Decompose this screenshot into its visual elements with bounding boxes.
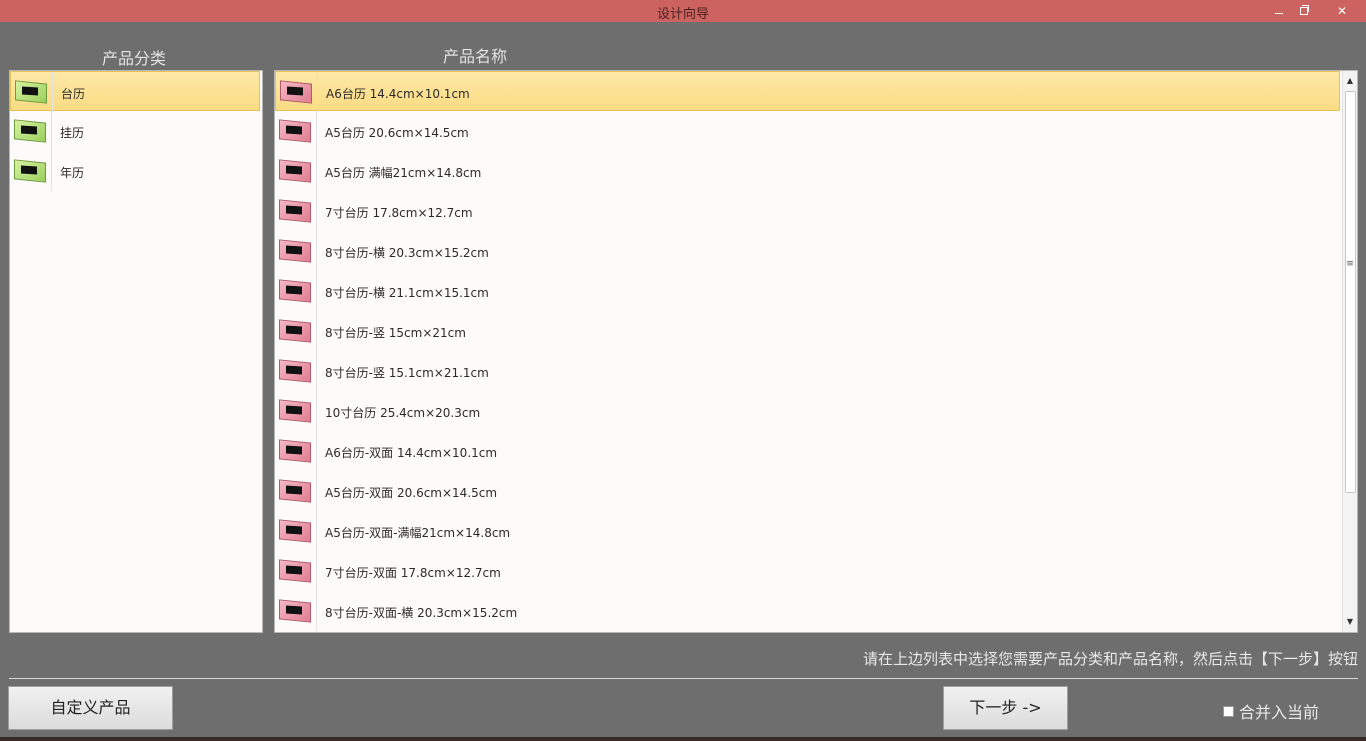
product-label: 7寸台历 17.8cm×12.7cm <box>325 206 473 220</box>
product-item[interactable]: 8寸台历-双面-横 20.3cm×15.2cm <box>275 591 1340 631</box>
product-item[interactable]: A6台历 14.4cm×10.1cm <box>275 71 1340 112</box>
calendar-frame-icon <box>14 119 46 143</box>
product-label: 10寸台历 25.4cm×20.3cm <box>325 406 481 420</box>
window-title: 设计向导 <box>656 7 709 22</box>
product-item[interactable]: A6台历-双面 14.4cm×10.1cm <box>275 431 1340 471</box>
taskbar-strip <box>0 737 1366 741</box>
product-item[interactable]: 8寸台历-横 20.3cm×15.2cm <box>275 231 1340 271</box>
calendar-frame-icon <box>279 199 311 223</box>
product-label: 8寸台历-双面-横 20.3cm×15.2cm <box>325 606 518 620</box>
product-item[interactable]: 10寸台历 25.4cm×20.3cm <box>275 391 1340 431</box>
next-step-button[interactable]: 下一步 -> <box>943 686 1068 730</box>
product-item[interactable]: 8寸台历-竖 15cm×21cm <box>275 311 1340 351</box>
calendar-frame-icon <box>279 239 311 263</box>
merge-label: 合并入当前 <box>1239 703 1320 722</box>
product-list[interactable]: A6台历 14.4cm×10.1cm A5台历 20.6cm×14.5cm A5… <box>274 70 1358 633</box>
product-label: 8寸台历-横 21.1cm×15.1cm <box>325 286 489 300</box>
minimize-button[interactable] <box>1266 1 1292 21</box>
product-panel-title: 产品名称 <box>443 47 508 66</box>
product-item[interactable]: 8寸台历-横 21.1cm×15.1cm <box>275 271 1340 311</box>
merge-into-current-checkbox[interactable]: 合并入当前 <box>1223 699 1319 723</box>
calendar-frame-icon <box>280 80 312 104</box>
scrollbar-grip-icon: ≡ <box>1346 259 1354 269</box>
checkbox-box[interactable] <box>1223 706 1234 717</box>
category-label: 挂历 <box>60 126 85 140</box>
calendar-frame-icon <box>279 559 311 583</box>
category-item[interactable]: 挂历 <box>10 111 260 151</box>
calendar-frame-icon <box>279 119 311 143</box>
product-item[interactable]: 7寸台历 17.8cm×12.7cm <box>275 191 1340 231</box>
product-item[interactable]: 8寸台历-竖 15.1cm×21.1cm <box>275 351 1340 391</box>
product-item[interactable]: A5台历 满幅21cm×14.8cm <box>275 151 1340 191</box>
close-button[interactable]: ✕ <box>1328 1 1356 21</box>
calendar-frame-icon <box>279 519 311 543</box>
calendar-frame-icon <box>279 439 311 463</box>
custom-product-button[interactable]: 自定义产品 <box>8 686 173 730</box>
product-label: A5台历 满幅21cm×14.8cm <box>325 166 482 180</box>
product-item[interactable]: A5台历-双面-满幅21cm×14.8cm <box>275 511 1340 551</box>
category-item[interactable]: 台历 <box>10 71 260 112</box>
calendar-frame-icon <box>14 159 46 183</box>
product-label: 8寸台历-竖 15cm×21cm <box>325 326 466 340</box>
product-label: 7寸台历-双面 17.8cm×12.7cm <box>325 566 501 580</box>
product-label: A6台历-双面 14.4cm×10.1cm <box>325 446 498 460</box>
calendar-frame-icon <box>279 359 311 383</box>
category-label: 年历 <box>60 166 85 180</box>
calendar-frame-icon <box>279 599 311 623</box>
scroll-up-arrow-icon[interactable]: ▲ <box>1343 73 1357 89</box>
category-panel-title: 产品分类 <box>102 49 167 68</box>
calendar-frame-icon <box>279 159 311 183</box>
category-label: 台历 <box>61 87 86 101</box>
product-label: A5台历-双面 20.6cm×14.5cm <box>325 486 498 500</box>
scroll-down-arrow-icon[interactable]: ▼ <box>1343 614 1357 630</box>
category-item[interactable]: 年历 <box>10 151 260 191</box>
product-label: A5台历-双面-满幅21cm×14.8cm <box>325 526 511 540</box>
instruction-hint: 请在上边列表中选择您需要产品分类和产品名称，然后点击【下一步】按钮 <box>862 650 1358 668</box>
calendar-frame-icon <box>15 80 47 104</box>
calendar-frame-icon <box>279 319 311 343</box>
calendar-frame-icon <box>279 279 311 303</box>
product-label: 8寸台历-竖 15.1cm×21.1cm <box>325 366 489 380</box>
calendar-frame-icon <box>279 479 311 503</box>
product-label: 8寸台历-横 20.3cm×15.2cm <box>325 246 489 260</box>
divider <box>9 678 1358 679</box>
product-item[interactable]: 7寸台历-双面 17.8cm×12.7cm <box>275 551 1340 591</box>
product-label: A6台历 14.4cm×10.1cm <box>326 87 470 101</box>
product-item[interactable]: A5台历 20.6cm×14.5cm <box>275 111 1340 151</box>
title-bar: 设计向导 ✕ <box>0 0 1366 22</box>
product-item[interactable]: A5台历-双面 20.6cm×14.5cm <box>275 471 1340 511</box>
minimize-icon <box>1275 13 1283 14</box>
restore-button[interactable] <box>1291 1 1317 21</box>
product-label: A5台历 20.6cm×14.5cm <box>325 126 469 140</box>
scrollbar-thumb[interactable] <box>1345 91 1356 493</box>
category-list[interactable]: 台历 挂历 年历 <box>9 70 263 633</box>
product-list-scrollbar[interactable]: ▲ ≡ ▼ <box>1342 71 1357 632</box>
calendar-frame-icon <box>279 399 311 423</box>
